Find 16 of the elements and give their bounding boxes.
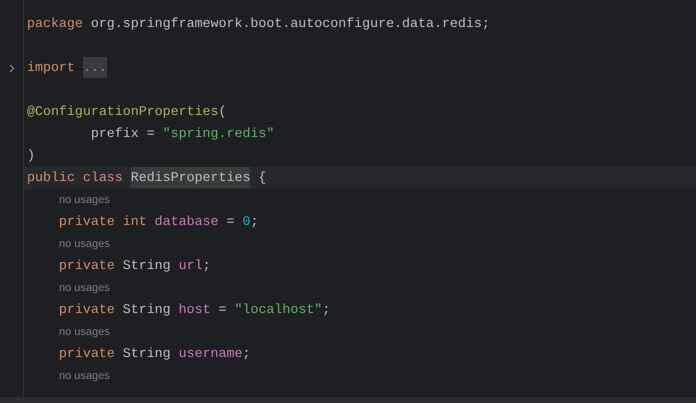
code-line: private String username; xyxy=(58,345,250,363)
usage-hint[interactable]: no usages xyxy=(59,280,110,296)
code-line: ) xyxy=(27,147,35,165)
usage-hint[interactable]: no usages xyxy=(59,368,110,384)
fold-chevron-icon[interactable] xyxy=(8,64,14,72)
code-line: @ConfigurationProperties( xyxy=(27,103,226,121)
usage-hint[interactable]: no usages xyxy=(59,192,110,208)
code-line: public class RedisProperties { xyxy=(27,167,266,189)
usage-hint[interactable]: no usages xyxy=(59,324,110,340)
code-line: package org.springframework.boot.autoconfigure.data.redis; xyxy=(27,15,490,33)
usage-hint[interactable]: no usages xyxy=(59,236,110,252)
code-line: private String host = "localhost"; xyxy=(58,301,330,319)
code-line: private String url; xyxy=(58,257,211,275)
code-line: private int database = 0; xyxy=(58,213,258,231)
code-line: import ... xyxy=(27,57,107,79)
code-line: prefix = "spring.redis" xyxy=(90,125,274,143)
